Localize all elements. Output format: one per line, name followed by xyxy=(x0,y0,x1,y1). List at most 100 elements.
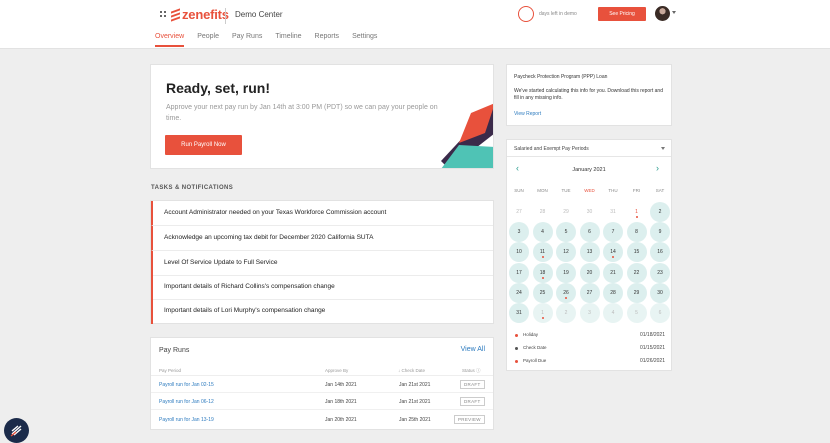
calendar-day[interactable]: 3 xyxy=(509,222,529,243)
pay-run-link[interactable]: Payroll run for Jan 02-15 xyxy=(159,382,214,388)
table-row: Payroll run for Jan 13-19 Jan 20th 2021 … xyxy=(151,412,493,428)
calendar-day[interactable]: 23 xyxy=(650,262,670,283)
calendar-day[interactable]: 8 xyxy=(626,222,647,243)
weekday-label: WED xyxy=(584,188,595,193)
column-status[interactable]: Status ⓘ xyxy=(462,368,481,374)
calendar-day[interactable]: 25 xyxy=(532,282,553,303)
calendar-day[interactable]: 22 xyxy=(626,262,647,283)
calendar-day[interactable]: 17 xyxy=(509,262,529,283)
calendar-day[interactable]: 4 xyxy=(532,222,553,243)
run-payroll-card: Ready, set, run! Approve your next pay r… xyxy=(150,64,494,169)
calendar-day[interactable]: 31 xyxy=(603,202,623,222)
calendar-day[interactable]: 5 xyxy=(556,222,576,243)
calendar-day[interactable]: 20 xyxy=(579,262,600,283)
calendar-day[interactable]: 19 xyxy=(556,262,576,283)
calendar-day[interactable]: 18 xyxy=(532,262,553,283)
calendar-day[interactable]: 4 xyxy=(603,303,623,323)
calendar-day[interactable]: 2 xyxy=(650,202,670,222)
help-badge[interactable] xyxy=(4,418,29,443)
calendar-day[interactable]: 1 xyxy=(532,303,553,323)
tab-pay-runs[interactable]: Pay Runs xyxy=(232,33,262,47)
table-row: Payroll run for Jan 06-12 Jan 18th 2021 … xyxy=(151,394,493,410)
calendar-day[interactable]: 14 xyxy=(603,242,623,263)
calendar-day[interactable]: 21 xyxy=(603,262,623,283)
calendar-day[interactable]: 28 xyxy=(533,202,553,222)
calendar-day[interactable]: 7 xyxy=(603,222,623,243)
view-all-link[interactable]: View All xyxy=(461,346,485,353)
calendar-day[interactable]: 5 xyxy=(626,303,647,323)
pay-run-link[interactable]: Payroll run for Jan 06-12 xyxy=(159,399,214,405)
calendar-day[interactable]: 29 xyxy=(556,202,576,222)
see-pricing-button[interactable]: See Pricing xyxy=(598,7,646,21)
tasks-heading: TASKS & NOTIFICATIONS xyxy=(151,185,234,191)
check-date-cell: Jan 21st 2021 xyxy=(399,382,431,388)
chevron-down-icon[interactable] xyxy=(672,11,676,14)
tab-timeline[interactable]: Timeline xyxy=(275,33,301,47)
legend-date: 01/26/2021 xyxy=(639,358,665,364)
legend-dot-icon xyxy=(515,334,518,337)
task-item[interactable]: Level Of Service Update to Full Service xyxy=(151,251,493,276)
header-divider xyxy=(225,8,226,24)
status-badge: PREVIEW xyxy=(454,415,485,424)
check-date-cell: Jan 21st 2021 xyxy=(399,399,431,405)
calendar-day[interactable]: 11 xyxy=(532,242,553,263)
calendar-day[interactable]: 29 xyxy=(626,282,647,303)
calendar-day[interactable]: 15 xyxy=(626,242,647,263)
weekday-label: SUN xyxy=(514,188,524,193)
calendar-day[interactable]: 26 xyxy=(556,282,576,303)
legend-dot-icon xyxy=(515,360,518,363)
calendar-day[interactable]: 27 xyxy=(509,202,529,222)
pay-period-select-label: Salaried and Exempt Pay Periods xyxy=(514,146,589,152)
calendar-day[interactable]: 12 xyxy=(556,242,576,263)
task-item[interactable]: Important details of Richard Collins's c… xyxy=(151,275,493,300)
days-left-text: days left in demo xyxy=(539,11,577,17)
view-report-link[interactable]: View Report xyxy=(514,111,541,117)
days-left-count xyxy=(518,6,534,22)
table-row: Payroll run for Jan 02-15 Jan 14th 2021 … xyxy=(151,377,493,393)
calendar-day[interactable]: 6 xyxy=(579,222,600,243)
run-payroll-button[interactable]: Run Payroll Now xyxy=(165,135,242,155)
column-check-date[interactable]: ↓ Check Date xyxy=(398,368,425,373)
calendar-day[interactable]: 24 xyxy=(509,282,529,303)
demo-days-left: days left in demo xyxy=(518,6,577,22)
avatar[interactable] xyxy=(655,6,670,21)
pay-run-link[interactable]: Payroll run for Jan 13-19 xyxy=(159,417,214,423)
task-item[interactable]: Acknowledge an upcoming tax debit for De… xyxy=(151,226,493,251)
tab-settings[interactable]: Settings xyxy=(352,33,377,47)
pay-period-calendar: Salaried and Exempt Pay Periods ‹ › Janu… xyxy=(506,139,672,371)
calendar-day[interactable]: 16 xyxy=(650,242,670,263)
hero-title: Ready, set, run! xyxy=(166,80,270,96)
tab-overview[interactable]: Overview xyxy=(155,33,185,47)
tasks-list: Account Administrator needed on your Tex… xyxy=(150,200,494,324)
calendar-day[interactable]: 2 xyxy=(556,303,576,323)
calendar-day[interactable]: 10 xyxy=(509,242,529,263)
calendar-day[interactable]: 9 xyxy=(650,222,670,243)
chevron-down-icon xyxy=(661,147,665,150)
pay-period-select[interactable]: Salaried and Exempt Pay Periods xyxy=(507,140,671,157)
approve-by-cell: Jan 20th 2021 xyxy=(325,417,357,423)
calendar-day[interactable]: 13 xyxy=(579,242,600,263)
legend-dot-icon xyxy=(515,347,518,350)
weekday-label: SAT xyxy=(655,188,665,193)
task-item[interactable]: Account Administrator needed on your Tex… xyxy=(151,201,493,226)
calendar-day[interactable]: 28 xyxy=(603,282,623,303)
tab-people[interactable]: People xyxy=(197,33,219,47)
column-approve-by[interactable]: Approve By xyxy=(325,368,348,373)
task-item[interactable]: Important details of Lori Murphy's compe… xyxy=(151,299,493,324)
ppp-loan-card: Paycheck Protection Program (PPP) Loan W… xyxy=(506,64,672,126)
event-dot xyxy=(635,216,638,218)
calendar-day[interactable]: 31 xyxy=(509,303,529,323)
approve-by-cell: Jan 18th 2021 xyxy=(325,399,357,405)
column-pay-period[interactable]: Pay Period xyxy=(159,368,181,373)
zenefits-logo[interactable]: zenefits xyxy=(171,7,229,22)
pay-runs-header: Pay Period Approve By ↓ Check Date Statu… xyxy=(151,366,493,376)
calendar-day[interactable]: 6 xyxy=(650,303,670,323)
calendar-day[interactable]: 27 xyxy=(579,282,600,303)
calendar-day[interactable]: 30 xyxy=(650,282,670,303)
calendar-day[interactable]: 1 xyxy=(627,202,647,222)
calendar-day[interactable]: 30 xyxy=(580,202,600,222)
calendar-day[interactable]: 3 xyxy=(579,303,600,323)
app-grid-icon[interactable] xyxy=(160,11,166,17)
tab-reports[interactable]: Reports xyxy=(315,33,340,47)
legend-label: Holiday xyxy=(523,332,539,337)
